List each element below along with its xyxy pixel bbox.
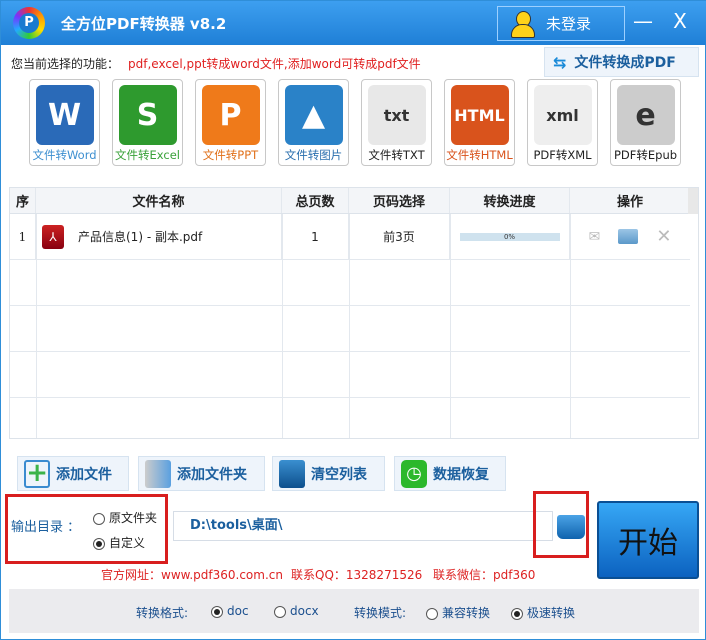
tool-label: 文件转TXT — [368, 148, 425, 162]
app-logo-icon: P — [13, 7, 45, 39]
header-filename: 文件名称 — [36, 188, 282, 213]
app-title: 全方位PDF转换器 v8.2 — [61, 15, 227, 33]
mode-compat-label: 兼容转换 — [442, 606, 491, 620]
row-filename: 产品信息(1) - 副本.pdf — [78, 230, 203, 244]
radio-original-icon — [93, 512, 105, 525]
title-bar: P 全方位PDF转换器 v8.2 未登录 — X — [1, 1, 706, 45]
tool-0[interactable]: W 文件转Word — [29, 79, 100, 166]
row-progress-bar: 0% — [459, 232, 560, 241]
row-index: 1 — [10, 214, 36, 259]
tool-label: PDF转Epub — [613, 148, 678, 162]
header-actions: 操作 — [616, 195, 643, 210]
minimize-button[interactable]: — — [631, 9, 655, 33]
row-pages: 1 — [282, 214, 349, 259]
scrollbar[interactable] — [688, 188, 698, 214]
tool-icon: HTML — [450, 85, 509, 145]
table-header: 序 文件名称 总页数 页码选择 转换进度 操作 — [10, 188, 690, 214]
tool-icon: P — [201, 85, 260, 145]
format-label: 转换格式: — [136, 606, 189, 620]
clear-list-label: 清空列表 — [311, 466, 367, 483]
add-folder-icon — [145, 459, 171, 488]
mode-label: 转换模式: — [354, 606, 407, 620]
tool-6[interactable]: xml PDF转XML — [527, 79, 598, 166]
add-file-button[interactable]: + 添加文件 — [17, 456, 129, 491]
tool-label: PDF转XML — [533, 148, 592, 162]
header-range: 页码选择 — [349, 188, 450, 213]
open-file-icon[interactable]: ✉ — [589, 229, 601, 245]
radio-original-folder[interactable]: 原文件夹 — [93, 509, 157, 526]
user-avatar-icon — [510, 10, 535, 38]
tool-icon: xml — [533, 85, 592, 145]
data-restore-button[interactable]: ◷ 数据恢复 — [394, 456, 506, 491]
start-button[interactable]: 开始 — [597, 501, 699, 579]
file-table: 序 文件名称 总页数 页码选择 转换进度 操作 1 ⅄ 产品信息(1) - 副本.… — [9, 187, 699, 439]
function-label: 您当前选择的功能： — [11, 57, 120, 71]
radio-custom-icon — [93, 537, 105, 550]
tool-4[interactable]: txt 文件转TXT — [361, 79, 432, 166]
delete-icon[interactable]: ✕ — [656, 226, 671, 247]
format-doc-radio[interactable]: doc — [211, 604, 249, 618]
restore-label: 数据恢复 — [433, 466, 489, 483]
tool-1[interactable]: S 文件转Excel — [112, 79, 183, 166]
tool-icon: S — [118, 85, 177, 145]
mode-fast-label: 极速转换 — [527, 606, 576, 620]
tool-label: 文件转HTML — [446, 148, 513, 162]
radio-icon — [511, 607, 523, 620]
original-folder-label: 原文件夹 — [109, 511, 158, 525]
tool-icon: W — [35, 85, 94, 145]
login-button[interactable]: 未登录 — [497, 6, 625, 41]
open-folder-icon[interactable] — [618, 229, 639, 244]
tool-icon: txt — [367, 85, 426, 145]
output-dir-label: 输出目录 ： — [11, 520, 81, 535]
mode-fast-radio[interactable]: 极速转换 — [511, 604, 575, 621]
tool-icon: e — [616, 85, 675, 145]
tool-label: 文件转PPT — [202, 148, 259, 162]
header-pages: 总页数 — [282, 188, 349, 213]
convert-to-pdf-button[interactable]: ⇆ 文件转换成PDF — [544, 47, 699, 77]
login-label: 未登录 — [546, 15, 592, 33]
function-description: pdf,excel,ppt转成word文件,添加word可转成pdf文件 — [128, 57, 421, 71]
custom-folder-label: 自定义 — [109, 536, 146, 550]
convert-to-pdf-label: 文件转换成PDF — [574, 55, 676, 71]
contact-website: 官方网址：www.pdf360.com.cn — [101, 568, 283, 582]
settings-bar: 转换格式: doc docx 转换模式: 兼容转换 极速转换 — [9, 589, 699, 633]
app-window: P 全方位PDF转换器 v8.2 未登录 — X 您当前选择的功能： pdf,e… — [0, 0, 706, 640]
header-index: 序 — [10, 188, 36, 213]
radio-icon — [274, 605, 286, 618]
radio-icon — [211, 605, 223, 618]
radio-custom-folder[interactable]: 自定义 — [93, 534, 145, 551]
close-button[interactable]: X — [668, 9, 692, 33]
output-path-input[interactable]: D:\tools\桌面\ — [173, 511, 553, 541]
tool-icon: ▲ — [284, 85, 343, 145]
tool-label: 文件转图片 — [284, 148, 343, 162]
format-docx-label: docx — [290, 604, 319, 618]
header-progress: 转换进度 — [450, 188, 570, 213]
tool-2[interactable]: P 文件转PPT — [195, 79, 266, 166]
add-file-label: 添加文件 — [56, 466, 112, 483]
add-folder-button[interactable]: 添加文件夹 — [138, 456, 265, 491]
restore-clock-icon: ◷ — [401, 459, 427, 488]
pdf-file-icon: ⅄ — [42, 224, 64, 249]
contact-qq: 联系QQ：1328271526 — [291, 568, 423, 582]
tool-label: 文件转Excel — [115, 148, 180, 162]
add-file-icon: + — [24, 459, 50, 488]
tool-3[interactable]: ▲ 文件转图片 — [278, 79, 349, 166]
format-docx-radio[interactable]: docx — [274, 604, 319, 618]
swap-arrows-icon: ⇆ — [553, 52, 567, 72]
browse-highlight-box — [533, 491, 589, 558]
clear-list-button[interactable]: 清空列表 — [272, 456, 385, 491]
row-range[interactable]: 前3页 — [349, 214, 450, 259]
radio-icon — [426, 607, 438, 620]
contact-wechat: 联系微信：pdf360 — [433, 568, 536, 582]
tool-7[interactable]: e PDF转Epub — [610, 79, 681, 166]
mode-compat-radio[interactable]: 兼容转换 — [426, 604, 490, 621]
add-folder-label: 添加文件夹 — [177, 466, 247, 483]
trash-icon — [279, 459, 305, 488]
table-row[interactable]: 1 ⅄ 产品信息(1) - 副本.pdf 1 前3页 0% ✉ ✕ — [10, 214, 690, 260]
format-doc-label: doc — [227, 604, 249, 618]
tool-5[interactable]: HTML 文件转HTML — [444, 79, 515, 166]
tool-label: 文件转Word — [32, 148, 97, 162]
